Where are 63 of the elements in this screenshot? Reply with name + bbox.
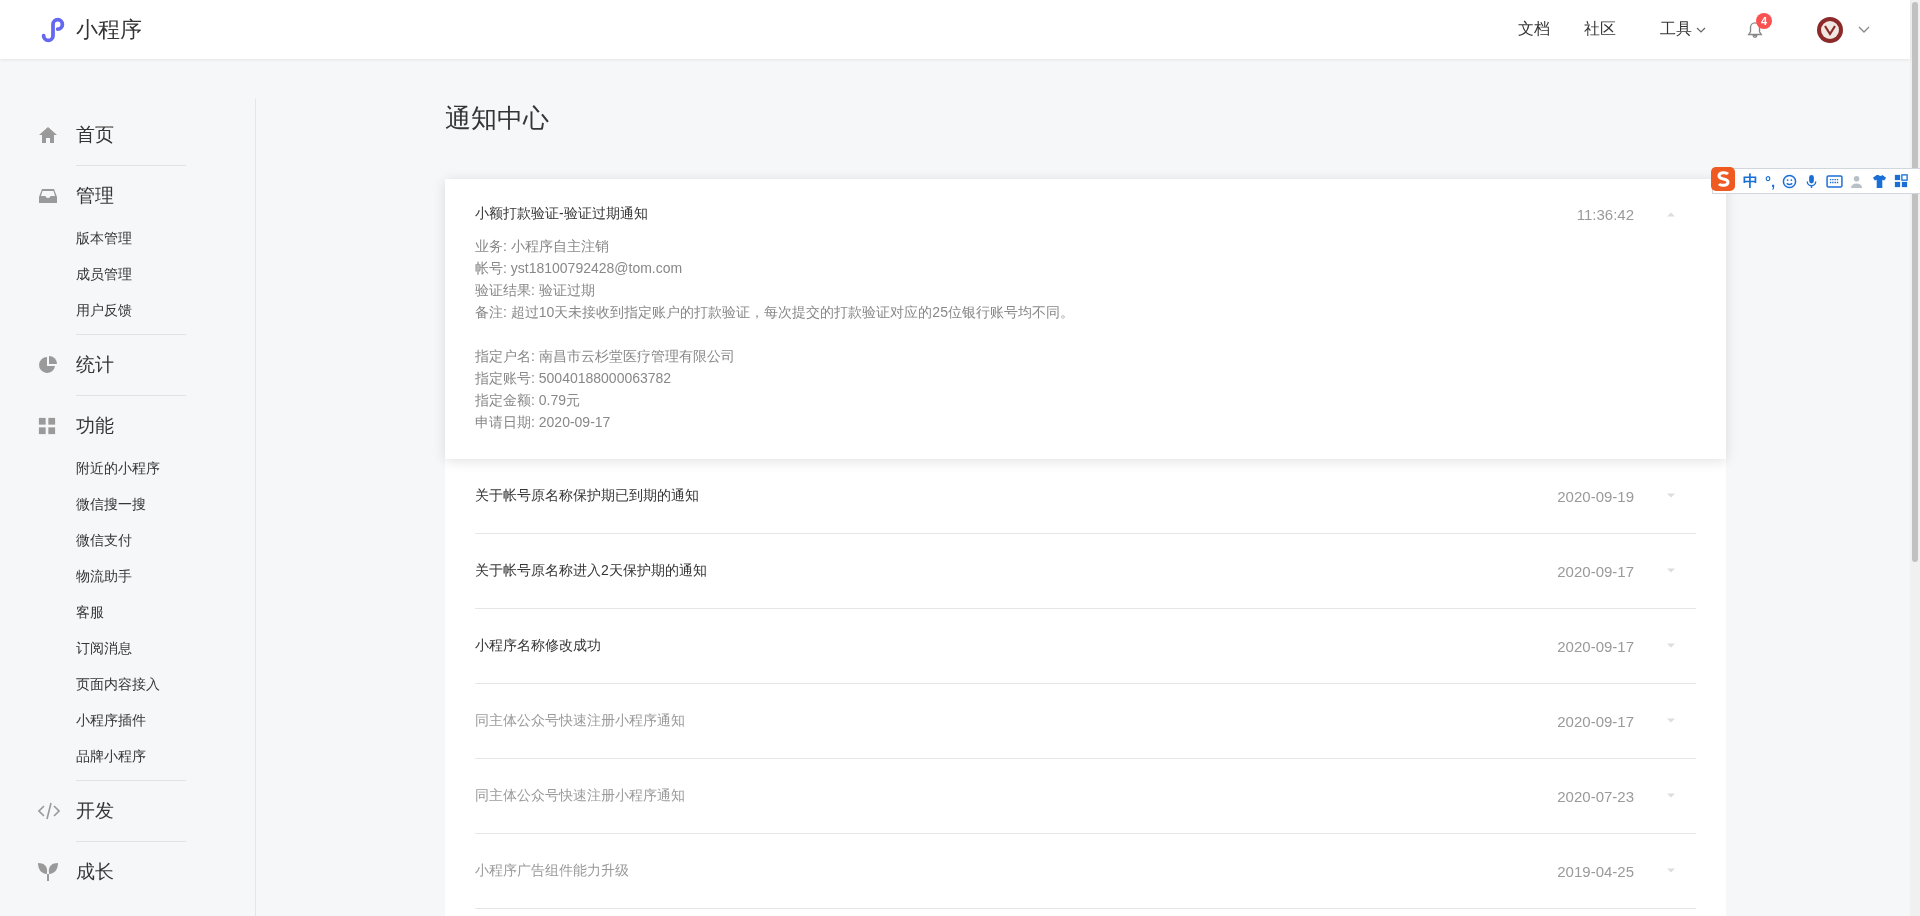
nav-link[interactable]: 文档 bbox=[1518, 19, 1550, 40]
nav-link[interactable]: 社区 bbox=[1584, 19, 1616, 40]
home-icon bbox=[38, 125, 58, 145]
brand-name[interactable]: 小程序 bbox=[76, 14, 142, 45]
notification-title: 关于帐号原名称进入2天保护期的通知 bbox=[475, 562, 708, 580]
notification-date: 2020-09-17 bbox=[1557, 712, 1634, 730]
notification-title: 小程序广告组件能力升级 bbox=[475, 862, 630, 880]
notification-row[interactable]: 关于帐号原名称保护期已到期的通知 2020-09-19 bbox=[475, 459, 1696, 534]
sidebar-subitem[interactable]: 小程序插件 bbox=[76, 702, 255, 738]
sidebar-subitem[interactable]: 微信搜一搜 bbox=[76, 486, 255, 522]
notification-badge: 4 bbox=[1756, 12, 1772, 29]
page-title: 通知中心 bbox=[445, 103, 550, 133]
caret-icon[interactable] bbox=[1858, 25, 1870, 34]
notification-row[interactable]: 关于帐号原名称进入2天保护期的通知 2020-09-17 bbox=[475, 534, 1696, 609]
sidebar-item[interactable]: 首页 bbox=[38, 105, 255, 165]
notification-title: 小额打款验证-验证过期通知 bbox=[475, 205, 649, 223]
sidebar-item[interactable]: 成长 bbox=[38, 842, 255, 902]
detail-line: 申请日期: 2020-09-17 bbox=[475, 413, 612, 432]
code-icon bbox=[38, 802, 60, 820]
detail-line: 帐号: yst18100792428@tom.com bbox=[475, 259, 684, 278]
notification-row[interactable]: 小程序名称修改成功 2020-09-17 bbox=[475, 609, 1696, 684]
shirt-icon[interactable] bbox=[1872, 173, 1888, 189]
notification-row[interactable]: 小额打款验证-验证过期通知 11:36:42 bbox=[475, 179, 1696, 235]
keyboard-icon[interactable] bbox=[1826, 174, 1844, 188]
sidebar-subitem[interactable]: 客服 bbox=[76, 594, 255, 630]
sidebar-subitem[interactable]: 订阅消息 bbox=[76, 630, 255, 666]
pie-chart-icon bbox=[38, 355, 58, 375]
inbox-icon bbox=[38, 186, 58, 206]
notification-title: 小程序名称修改成功 bbox=[475, 637, 602, 655]
notification-date: 2020-09-19 bbox=[1557, 487, 1634, 505]
sidebar-subitem[interactable]: 成员管理 bbox=[76, 256, 255, 292]
sidebar-subitem[interactable]: 微信支付 bbox=[76, 522, 255, 558]
sidebar-subitem[interactable]: 物流助手 bbox=[76, 558, 255, 594]
detail-line: 指定账号: 50040188000063782 bbox=[475, 369, 673, 388]
notification-title: 关于帐号原名称保护期已到期的通知 bbox=[475, 487, 700, 505]
ime-mode[interactable]: 中 bbox=[1743, 171, 1758, 191]
detail-line: 指定金额: 0.79元 bbox=[475, 391, 582, 410]
notification-date: 11:36:42 bbox=[1576, 205, 1634, 223]
grid-icon bbox=[38, 417, 56, 435]
notification-title: 同主体公众号快速注册小程序通知 bbox=[475, 712, 686, 730]
nav-link[interactable]: 工具 bbox=[1660, 19, 1706, 40]
avatar-icon[interactable] bbox=[1816, 15, 1844, 44]
detail-line: 指定户名: 南昌市云杉堂医疗管理有限公司 bbox=[475, 347, 736, 366]
sidebar-subitem[interactable]: 品牌小程序 bbox=[76, 738, 255, 774]
caret-icon bbox=[1696, 26, 1706, 33]
scrollbar[interactable] bbox=[1910, 0, 1920, 916]
sidebar-item[interactable]: 统计 bbox=[38, 335, 255, 395]
sidebar-subitem[interactable]: 用户反馈 bbox=[76, 292, 255, 328]
detail-line: 业务: 小程序自主注销 bbox=[475, 237, 610, 256]
ime-punctuation[interactable]: °, bbox=[1765, 172, 1776, 190]
notification-date: 2020-09-17 bbox=[1557, 562, 1634, 580]
detail-line: 备注: 超过10天未接收到指定账户的打款验证，每次提交的打款验证对应的25位银行账号均不同。 bbox=[475, 303, 1075, 322]
notification-date: 2019-04-25 bbox=[1557, 862, 1634, 880]
notification-date: 2020-09-17 bbox=[1557, 637, 1634, 655]
input-method-logo-icon[interactable] bbox=[1710, 166, 1736, 192]
notification-title: 同主体公众号快速注册小程序通知 bbox=[475, 787, 686, 805]
detail-line: 验证结果: 验证过期 bbox=[475, 281, 596, 300]
sidebar-item[interactable]: 开发 bbox=[38, 781, 255, 841]
sprout-icon bbox=[38, 863, 58, 881]
notification-date: 2020-07-23 bbox=[1557, 787, 1634, 805]
smiley-icon[interactable] bbox=[1782, 173, 1798, 189]
sidebar-subitem[interactable]: 页面内容接入 bbox=[76, 666, 255, 702]
grid-icon[interactable] bbox=[1894, 174, 1909, 188]
